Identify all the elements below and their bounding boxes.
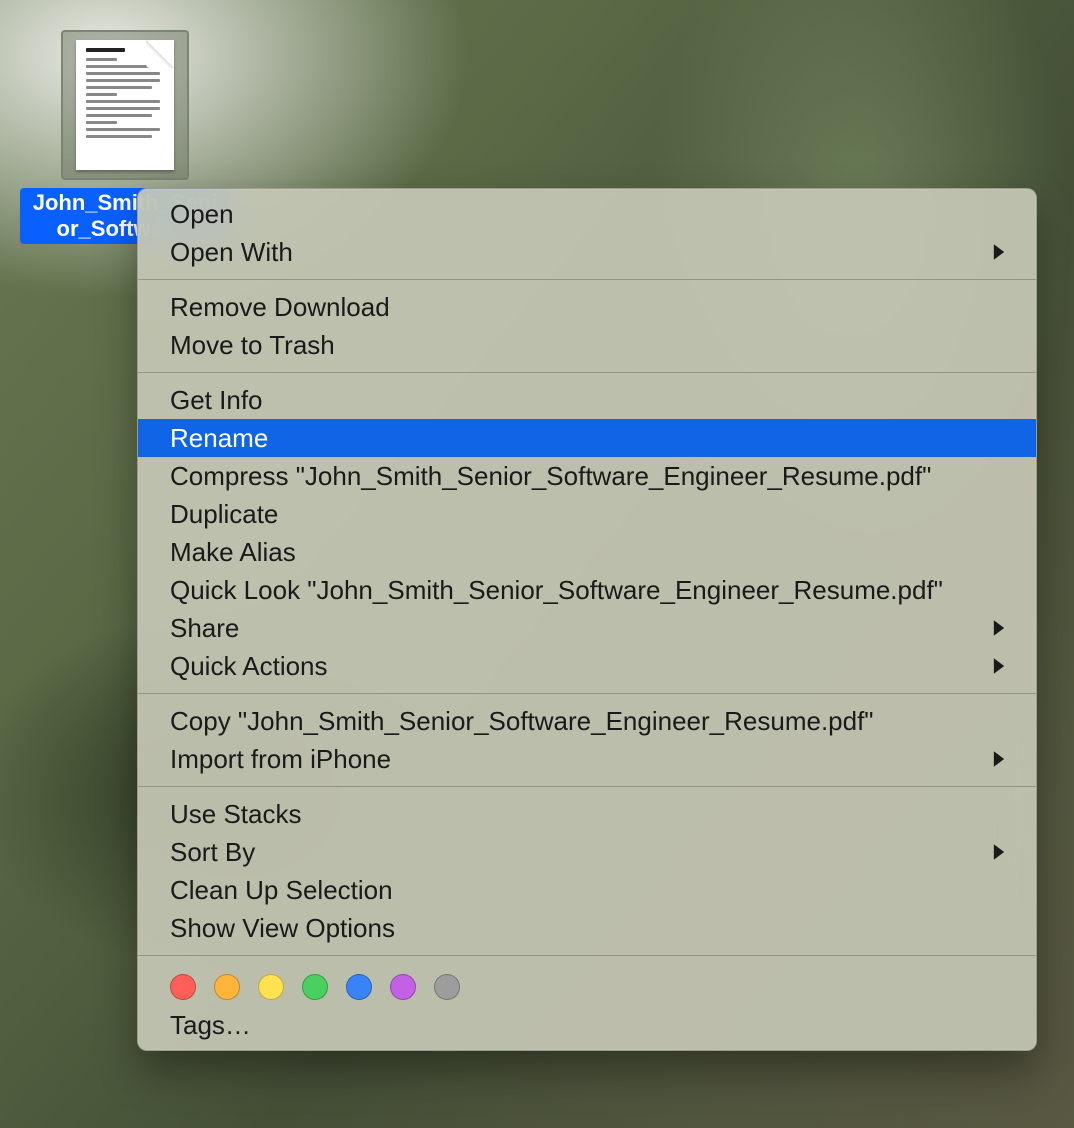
menu-item-label: Use Stacks <box>170 795 302 833</box>
submenu-arrow-icon <box>992 750 1006 768</box>
menu-separator <box>138 279 1036 280</box>
menu-item-quick-look-file[interactable]: Quick Look "John_Smith_Senior_Software_E… <box>138 571 1036 609</box>
menu-item-show-view-options[interactable]: Show View Options <box>138 909 1036 947</box>
tag-color-5[interactable] <box>390 974 416 1000</box>
tag-color-2[interactable] <box>258 974 284 1000</box>
menu-item-open[interactable]: Open <box>138 195 1036 233</box>
menu-item-label: Clean Up Selection <box>170 871 393 909</box>
menu-item-label: Share <box>170 609 239 647</box>
menu-item-use-stacks[interactable]: Use Stacks <box>138 795 1036 833</box>
menu-item-clean-up-selection[interactable]: Clean Up Selection <box>138 871 1036 909</box>
menu-item-label: Show View Options <box>170 909 395 947</box>
menu-item-label: Open With <box>170 233 293 271</box>
menu-item-label: Quick Look "John_Smith_Senior_Software_E… <box>170 571 943 609</box>
menu-item-label: Rename <box>170 419 268 457</box>
menu-separator <box>138 372 1036 373</box>
menu-item-label: Get Info <box>170 381 263 419</box>
menu-separator <box>138 786 1036 787</box>
menu-item-open-with[interactable]: Open With <box>138 233 1036 271</box>
menu-item-share[interactable]: Share <box>138 609 1036 647</box>
menu-item-make-alias[interactable]: Make Alias <box>138 533 1036 571</box>
menu-item-quick-actions[interactable]: Quick Actions <box>138 647 1036 685</box>
menu-item-label: Sort By <box>170 833 255 871</box>
menu-separator <box>138 955 1036 956</box>
menu-item-copy-file[interactable]: Copy "John_Smith_Senior_Software_Enginee… <box>138 702 1036 740</box>
submenu-arrow-icon <box>992 243 1006 261</box>
tag-color-0[interactable] <box>170 974 196 1000</box>
menu-item-label: Make Alias <box>170 533 296 571</box>
menu-item-rename[interactable]: Rename <box>138 419 1036 457</box>
menu-item-compress-file[interactable]: Compress "John_Smith_Senior_Software_Eng… <box>138 457 1036 495</box>
menu-item-label: Tags… <box>170 1006 251 1044</box>
menu-item-label: Move to Trash <box>170 326 335 364</box>
menu-item-import-from-iphone[interactable]: Import from iPhone <box>138 740 1036 778</box>
document-icon <box>61 30 189 180</box>
tag-color-3[interactable] <box>302 974 328 1000</box>
menu-item-label: Open <box>170 195 234 233</box>
menu-item-label: Compress "John_Smith_Senior_Software_Eng… <box>170 457 931 495</box>
menu-item-move-to-trash[interactable]: Move to Trash <box>138 326 1036 364</box>
submenu-arrow-icon <box>992 843 1006 861</box>
menu-separator <box>138 693 1036 694</box>
menu-item-label: Remove Download <box>170 288 390 326</box>
menu-item-tags[interactable]: Tags… <box>138 1006 1036 1044</box>
context-menu: OpenOpen With Remove DownloadMove to Tras… <box>137 188 1037 1051</box>
menu-item-label: Duplicate <box>170 495 278 533</box>
menu-item-label: Import from iPhone <box>170 740 391 778</box>
tag-color-4[interactable] <box>346 974 372 1000</box>
submenu-arrow-icon <box>992 619 1006 637</box>
menu-item-label: Quick Actions <box>170 647 328 685</box>
menu-item-label: Copy "John_Smith_Senior_Software_Enginee… <box>170 702 874 740</box>
tag-color-6[interactable] <box>434 974 460 1000</box>
menu-item-remove-download[interactable]: Remove Download <box>138 288 1036 326</box>
menu-item-duplicate[interactable]: Duplicate <box>138 495 1036 533</box>
menu-item-sort-by[interactable]: Sort By <box>138 833 1036 871</box>
menu-item-get-info[interactable]: Get Info <box>138 381 1036 419</box>
tags-color-row <box>138 964 1036 1006</box>
desktop-background[interactable]: John_Smith_Senior_Softwar… OpenOpen With… <box>0 0 1074 1128</box>
tag-color-1[interactable] <box>214 974 240 1000</box>
submenu-arrow-icon <box>992 657 1006 675</box>
